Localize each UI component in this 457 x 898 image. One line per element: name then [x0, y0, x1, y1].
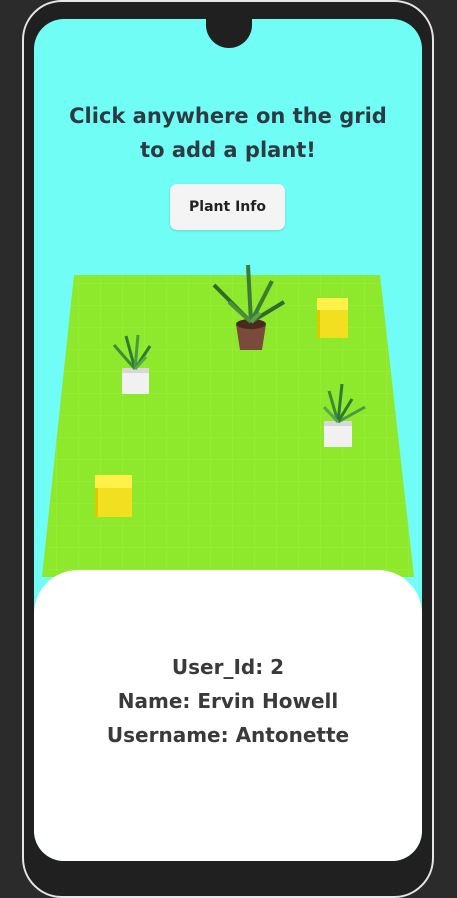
user-username-text: Username: Antonette	[106, 723, 350, 747]
app-screen: Click anywhere on the grid to add a plan…	[34, 19, 422, 861]
yellow-cube-top-right[interactable]	[317, 298, 348, 338]
user-name-text: Name: Ervin Howell	[117, 689, 339, 713]
grid-plane[interactable]	[42, 275, 414, 577]
user-id-text: User_Id: 2	[171, 655, 285, 679]
user-info: User_Id: 2 Name: Ervin Howell Username: …	[34, 650, 422, 752]
yellow-cube-bottom-left[interactable]	[95, 475, 132, 517]
